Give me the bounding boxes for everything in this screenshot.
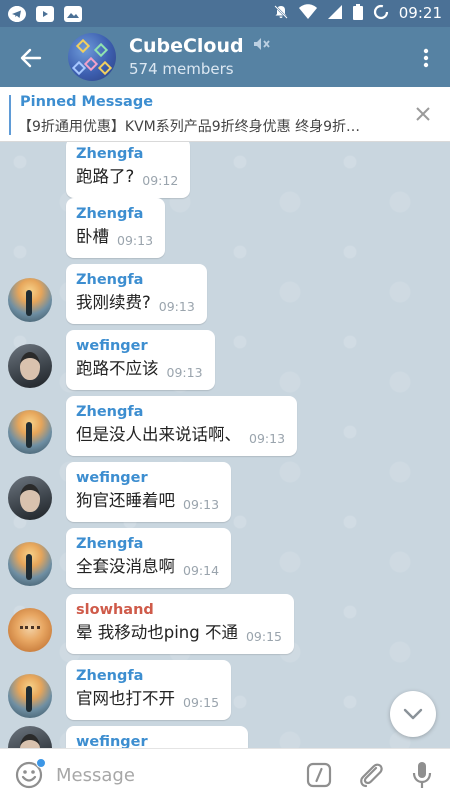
- message-bubble[interactable]: Zhengfa 官网也打不开 09:15: [66, 660, 232, 720]
- slash-command-icon: [306, 762, 332, 788]
- message-bubble[interactable]: wefinger: [66, 726, 248, 748]
- message-text: 卧槽: [76, 227, 109, 246]
- battery-icon: [352, 3, 363, 24]
- sync-icon: [373, 4, 389, 24]
- pinned-accent-line: [9, 95, 11, 135]
- microphone-icon: [412, 762, 432, 788]
- message-bubble[interactable]: Zhengfa 但是没人出来说话啊、 09:13: [66, 396, 298, 456]
- telegram-icon: [8, 5, 26, 22]
- avatar[interactable]: [8, 344, 52, 388]
- more-options-button[interactable]: [412, 41, 440, 75]
- message-sender: wefinger: [76, 338, 148, 354]
- pinned-message-bar[interactable]: Pinned Message 【9折通用优惠】KVM系列产品9折终身优惠 终身9…: [0, 87, 450, 142]
- bot-command-button[interactable]: [306, 762, 332, 788]
- message-time: 09:14: [183, 563, 220, 578]
- more-vertical-icon: [423, 48, 429, 68]
- message-bubble[interactable]: Zhengfa 跑路了? 09:12: [66, 142, 191, 198]
- chat-title-area[interactable]: CubeCloud 574 members: [129, 34, 271, 80]
- message-bubble[interactable]: Zhengfa 卧槽 09:13: [66, 198, 166, 258]
- message-bubble[interactable]: wefinger 跑路不应该 09:13: [66, 330, 215, 390]
- avatar[interactable]: [8, 542, 52, 586]
- message-bubble[interactable]: Zhengfa 全套没消息啊 09:14: [66, 528, 232, 588]
- status-time: 09:21: [398, 4, 442, 22]
- notification-dot: [36, 758, 46, 768]
- message-time: 09:15: [245, 629, 283, 644]
- muted-icon: [253, 36, 271, 56]
- avatar[interactable]: [8, 410, 52, 454]
- close-pinned-button[interactable]: [412, 103, 434, 125]
- chevron-down-icon: [403, 708, 423, 720]
- message-text: 狗官还睡着吧: [76, 491, 175, 510]
- chat-header: CubeCloud 574 members: [0, 27, 450, 87]
- back-button[interactable]: [14, 41, 48, 75]
- message-text: 跑路了?: [76, 167, 135, 186]
- close-icon: [416, 107, 430, 121]
- scroll-down-button[interactable]: [390, 691, 436, 737]
- status-bar: 09:21: [0, 0, 450, 27]
- message-time: 09:13: [117, 233, 154, 248]
- message-bubble[interactable]: wefinger 狗官还睡着吧 09:13: [66, 462, 232, 522]
- message-sender: wefinger: [76, 470, 148, 486]
- avatar[interactable]: [8, 278, 52, 322]
- message-time: 09:15: [183, 695, 220, 710]
- message-sender: Zhengfa: [76, 404, 144, 420]
- message-sender: wefinger: [76, 734, 148, 748]
- youtube-icon: [36, 5, 54, 22]
- message-bubble[interactable]: Zhengfa 我刚续费? 09:13: [66, 264, 207, 324]
- message-sender: Zhengfa: [76, 272, 144, 288]
- voice-message-button[interactable]: [410, 760, 434, 790]
- message-bubble[interactable]: slowhand 晕 我移动也ping 不通 09:15: [66, 594, 295, 654]
- message-text: 但是没人出来说话啊、: [76, 425, 241, 444]
- message-sender: Zhengfa: [76, 668, 144, 684]
- message-time: 09:12: [142, 173, 179, 188]
- message-sender: slowhand: [76, 602, 154, 618]
- message-sender: Zhengfa: [76, 206, 144, 222]
- message-sender: Zhengfa: [76, 146, 144, 162]
- message-time: 09:13: [166, 365, 203, 380]
- message-text: 全套没消息啊: [76, 557, 175, 576]
- message-text: 跑路不应该: [76, 359, 159, 378]
- message-time: 09:13: [249, 431, 286, 446]
- pinned-title: Pinned Message: [20, 94, 154, 110]
- chat-title: CubeCloud: [129, 35, 244, 57]
- message-text: 官网也打不开: [76, 689, 175, 708]
- message-time: 09:13: [183, 497, 220, 512]
- emoji-button[interactable]: [14, 758, 46, 790]
- avatar[interactable]: [8, 608, 52, 652]
- signal-icon: [327, 4, 343, 24]
- message-time: 09:13: [158, 299, 195, 314]
- message-list[interactable]: Zhengfa 跑路了? 09:12 Zhengfa 卧槽 09:13 Zhengf…: [0, 142, 450, 748]
- paperclip-icon: [360, 763, 383, 788]
- attach-button[interactable]: [356, 760, 386, 790]
- avatar[interactable]: [8, 726, 52, 748]
- avatar[interactable]: [8, 674, 52, 718]
- avatar[interactable]: [8, 476, 52, 520]
- message-input[interactable]: [56, 760, 276, 790]
- member-count: 574 members: [129, 60, 234, 78]
- pinned-text: 【9折通用优惠】KVM系列产品9折终身优惠 终身9折…: [18, 119, 361, 135]
- mute-notification-icon: [273, 4, 289, 24]
- image-icon: [64, 5, 82, 22]
- composer: [0, 748, 450, 800]
- message-sender: Zhengfa: [76, 536, 144, 552]
- wifi-icon: [298, 3, 317, 24]
- arrow-left-icon: [20, 48, 42, 68]
- message-text: 我刚续费?: [76, 293, 151, 312]
- group-avatar[interactable]: [68, 33, 116, 81]
- message-text: 晕 我移动也ping 不通: [76, 623, 238, 642]
